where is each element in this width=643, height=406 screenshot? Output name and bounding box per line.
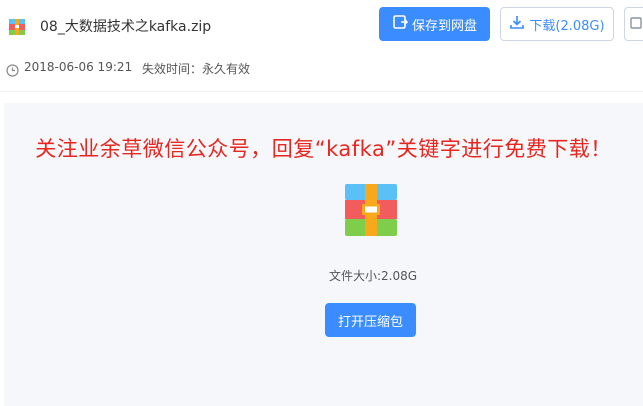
save-to-cloud-icon [392,14,409,34]
share-page: 08_大数据技术之kafka.zip 保存到网盘 下载(2.08G) 2018-… [0,0,643,406]
file-meta: 2018-06-06 19:21 失效时间：永久有效 [0,58,643,80]
clock-icon [6,62,19,77]
file-name: 08_大数据技术之kafka.zip [40,19,212,35]
expire-value: 永久有效 [202,62,251,76]
download-notice: 关注业余草微信公众号，回复“kafka”关键字进行免费下载！ [35,137,612,161]
download-icon [509,14,525,34]
file-size-label: 文件大小: [328,269,381,283]
download-label: 下载(2.08G) [529,18,605,34]
upload-date: 2018-06-06 19:21 [24,60,133,74]
save-to-cloud-label: 保存到网盘 [411,18,477,34]
file-header: 08_大数据技术之kafka.zip 保存到网盘 下载(2.08G) [0,0,643,54]
download-button[interactable]: 下载(2.08G) [500,7,614,41]
expire-info: 失效时间：永久有效 [142,60,250,77]
file-size-value: 2.08G [381,269,418,283]
more-button[interactable] [624,7,643,41]
save-to-cloud-button[interactable]: 保存到网盘 [379,7,490,41]
zip-file-icon [8,18,26,36]
file-size: 文件大小:2.08G [4,267,643,284]
more-icon [629,15,643,34]
open-archive-button[interactable]: 打开压缩包 [325,303,416,337]
zip-archive-icon [345,184,397,236]
file-preview-panel: 关注业余草微信公众号，回复“kafka”关键字进行免费下载！ 文件大小:2.08… [4,103,643,406]
divider [0,91,643,92]
expire-label: 失效时间： [142,62,203,76]
